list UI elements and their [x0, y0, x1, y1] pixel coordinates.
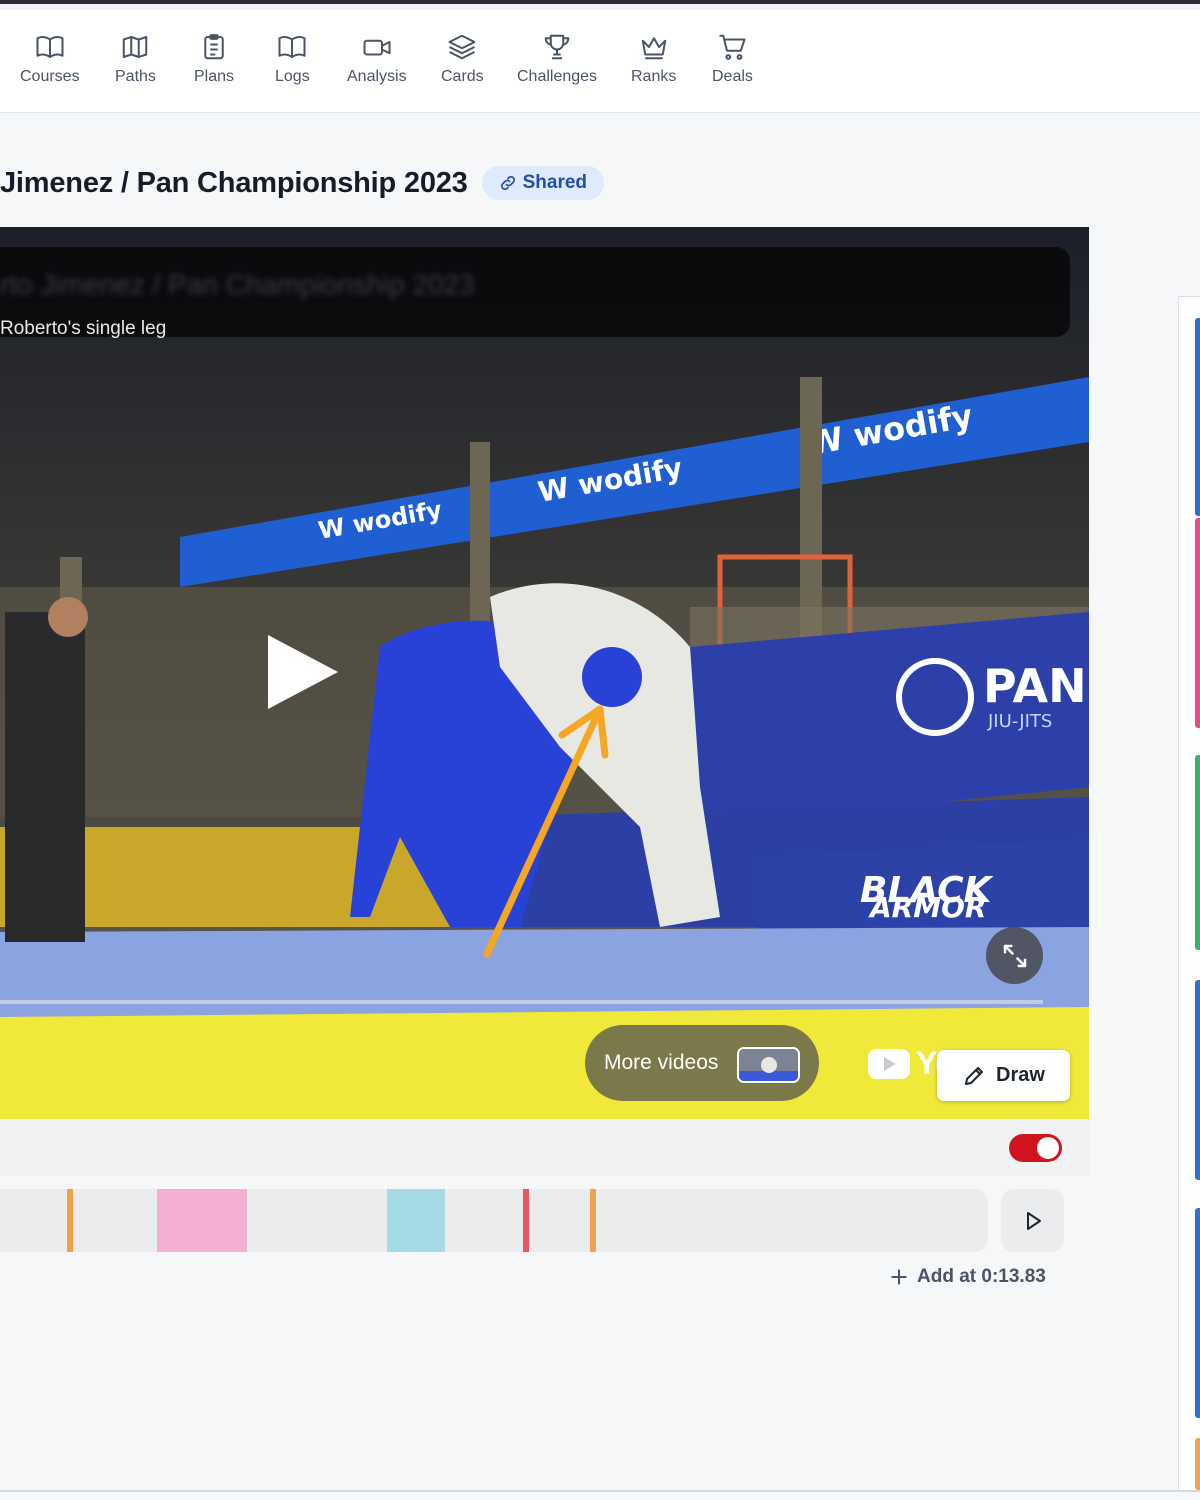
video-title-bar: rto Jimenez / Pan Championship 2023 Robe…	[0, 247, 1070, 339]
svg-text:JIU-JITS: JIU-JITS	[987, 711, 1052, 732]
nav-item-courses[interactable]: Courses	[20, 32, 80, 86]
video-player[interactable]: W wodify W wodify W wodify PAN JIU-JITS …	[0, 227, 1089, 1119]
more-videos-button[interactable]: More videos	[585, 1025, 819, 1101]
nav-item-cards[interactable]: Cards	[441, 32, 484, 86]
layers-icon	[448, 34, 476, 60]
expand-icon	[1003, 944, 1026, 967]
nav-item-plans[interactable]: Plans	[194, 32, 234, 86]
bottom-divider	[0, 1490, 1200, 1492]
nav-label-analysis: Analysis	[347, 68, 407, 85]
nav-label-deals: Deals	[712, 68, 753, 85]
nav-item-analysis[interactable]: Analysis	[347, 32, 407, 86]
shopping-cart-icon	[719, 34, 746, 60]
timeline-track[interactable]	[0, 1189, 988, 1252]
video-title-blurred: rto Jimenez / Pan Championship 2023	[0, 269, 475, 300]
top-nav: Courses Paths Plans Logs Analysis Cards …	[0, 10, 1200, 113]
draw-button-label: Draw	[996, 1064, 1045, 1086]
crown-icon	[641, 37, 666, 60]
timeline-play-button[interactable]	[1001, 1189, 1064, 1252]
panel-accent-blue	[1195, 1208, 1200, 1418]
nav-item-ranks[interactable]: Ranks	[631, 32, 676, 86]
nav-label-cards: Cards	[441, 68, 484, 85]
nav-label-challenges: Challenges	[517, 68, 598, 85]
draw-button[interactable]: Draw	[937, 1050, 1070, 1101]
video-progress-bar[interactable]	[0, 1000, 1043, 1004]
video-controls-row	[0, 1119, 1089, 1176]
play-icon[interactable]	[250, 627, 350, 717]
more-videos-label: More videos	[604, 1051, 719, 1074]
video-caption: Roberto's single leg	[0, 318, 167, 339]
add-at-label: Add at 0:13.83	[917, 1266, 1046, 1287]
clipboard-list-icon	[204, 34, 224, 60]
nav-item-logs[interactable]: Logs	[275, 32, 310, 86]
trophy-icon	[544, 34, 570, 60]
more-videos-thumbnail	[737, 1047, 800, 1083]
book-open-icon	[36, 35, 64, 58]
panel-accent-orange	[1195, 1438, 1200, 1490]
timeline-marker[interactable]	[67, 1189, 73, 1252]
title-row: Jimenez / Pan Championship 2023 Shared	[0, 163, 605, 203]
shared-badge-label: Shared	[522, 172, 588, 193]
panel-accent-pink	[1195, 518, 1200, 728]
nav-item-challenges[interactable]: Challenges	[517, 32, 597, 86]
svg-text:PAN: PAN	[983, 659, 1087, 713]
panel-accent-green	[1195, 755, 1200, 950]
panel-accent-blue	[1195, 318, 1200, 516]
video-camera-icon	[363, 39, 391, 56]
shared-badge[interactable]: Shared	[481, 166, 605, 200]
timeline-marker[interactable]	[523, 1189, 529, 1252]
nav-label-paths: Paths	[115, 68, 156, 85]
panel-accent-blue	[1195, 980, 1200, 1180]
youtube-play-icon	[868, 1048, 910, 1079]
nav-item-deals[interactable]: Deals	[712, 32, 753, 86]
fullscreen-button[interactable]	[986, 927, 1043, 984]
nav-item-paths[interactable]: Paths	[115, 32, 156, 86]
link-icon	[500, 176, 515, 190]
book-open-icon	[278, 35, 306, 58]
nav-label-logs: Logs	[275, 68, 310, 85]
pencil-icon	[965, 1066, 984, 1085]
nav-label-ranks: Ranks	[631, 68, 677, 85]
nav-label-plans: Plans	[194, 68, 235, 85]
page-title: Jimenez / Pan Championship 2023	[0, 166, 468, 199]
timeline-segment[interactable]	[387, 1189, 445, 1252]
play-outline-icon	[1026, 1211, 1041, 1230]
timeline-segment[interactable]	[157, 1189, 247, 1252]
timeline-marker[interactable]	[590, 1189, 596, 1252]
video-frame: W wodify W wodify W wodify PAN JIU-JITS …	[0, 227, 1089, 1119]
map-icon	[123, 36, 148, 58]
toggle-knob	[1037, 1137, 1059, 1159]
svg-text:ARMOR: ARMOR	[868, 891, 986, 924]
right-panel-header	[1178, 227, 1200, 297]
browser-top-strip	[0, 0, 1200, 10]
plus-icon	[891, 1269, 907, 1285]
annotations-toggle[interactable]	[1009, 1134, 1062, 1162]
add-at-button[interactable]: Add at 0:13.83	[889, 1266, 1046, 1288]
nav-label-courses: Courses	[20, 68, 80, 85]
